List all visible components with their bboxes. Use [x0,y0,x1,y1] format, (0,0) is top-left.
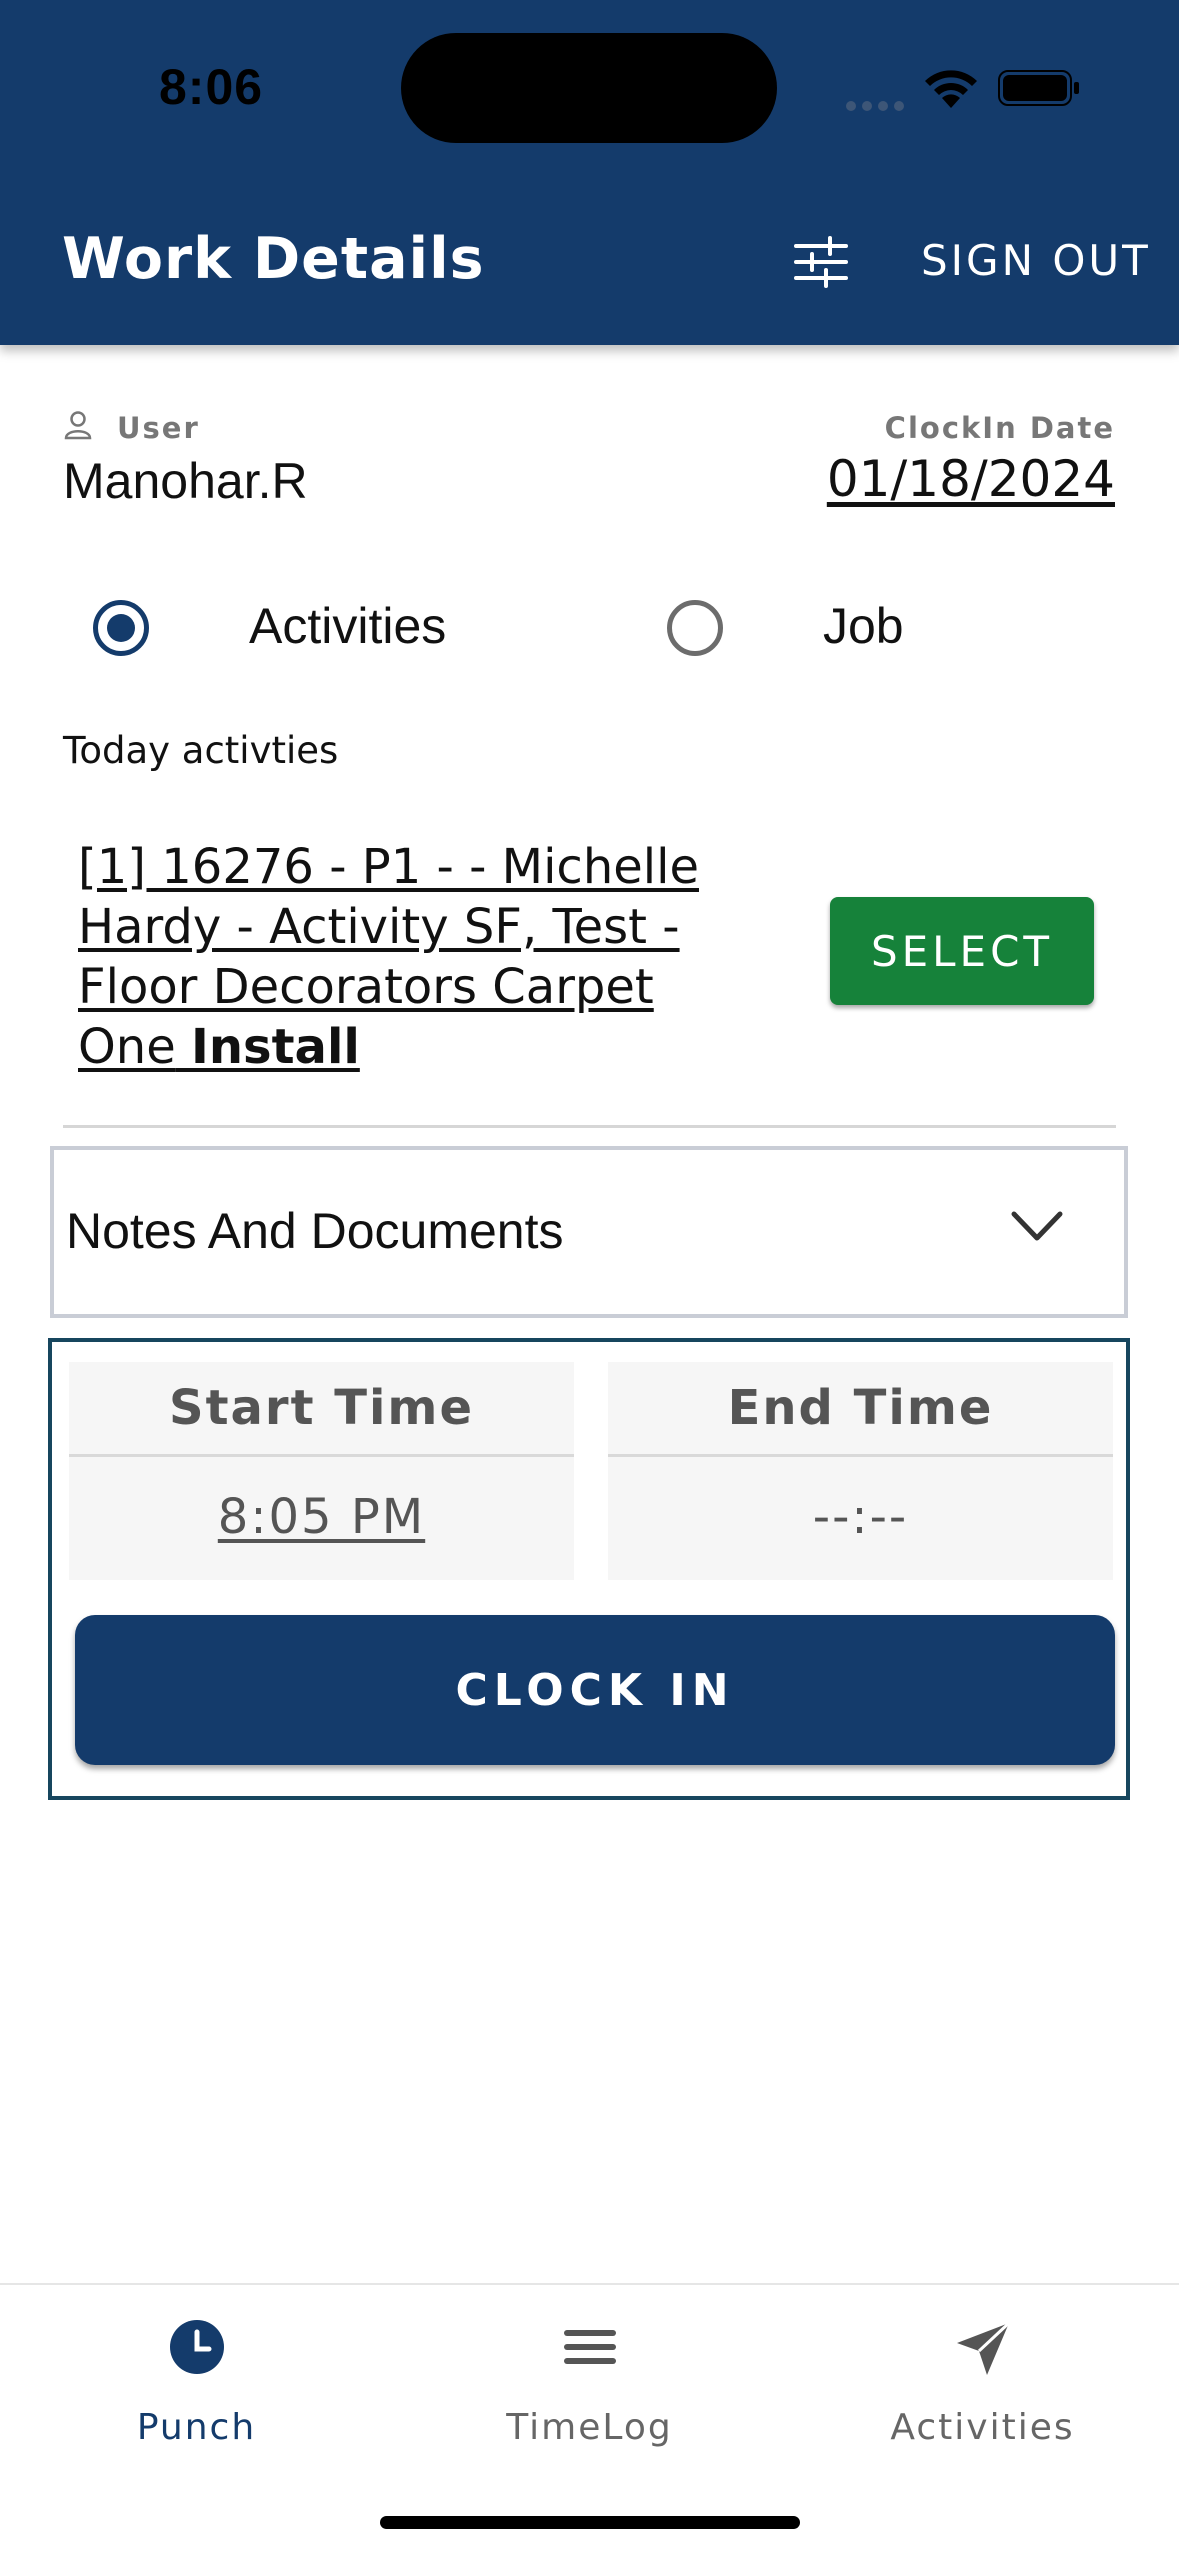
page-title: Work Details [62,226,485,292]
person-icon [64,411,92,440]
time-panel: Start Time 8:05 PM End Time --:-- CLOCK … [48,1338,1130,1800]
clockin-date-label: ClockIn Date [884,411,1115,445]
start-time-value[interactable]: 8:05 PM [69,1457,574,1577]
tab-activities-label: Activities [890,2407,1075,2448]
start-time-column: Start Time 8:05 PM [69,1362,574,1580]
activity-description: [1] 16276 - P1 - - Michelle Hardy - Acti… [78,839,699,1075]
cellular-signal-icon [846,96,910,115]
radio-activities[interactable] [93,600,149,656]
clock-icon [169,2320,224,2374]
tab-activities[interactable]: Activities [786,2285,1179,2465]
radio-job[interactable] [667,600,723,656]
clock-in-button[interactable]: CLOCK IN [75,1615,1115,1765]
home-indicator [380,2516,800,2529]
tab-timelog[interactable]: TimeLog [393,2285,786,2465]
user-label: User [117,411,200,445]
tab-timelog-label: TimeLog [506,2407,673,2448]
notes-accordion[interactable]: Notes And Documents [50,1146,1128,1318]
end-time-label: End Time [608,1362,1113,1457]
send-icon [956,2321,1010,2375]
activity-type: Install [191,1019,360,1075]
end-time-value: --:-- [812,1489,909,1545]
select-button[interactable]: SELECT [830,897,1094,1005]
filter-button[interactable] [790,232,852,292]
activity-link[interactable]: [1] 16276 - P1 - - Michelle Hardy - Acti… [78,837,758,1077]
dynamic-island [401,33,777,143]
wifi-icon [925,70,977,108]
chevron-down-icon [1011,1211,1063,1241]
today-activities-label: Today activties [63,729,339,772]
notes-label: Notes And Documents [66,1203,564,1259]
menu-icon [563,2330,616,2364]
app-header: 8:06 Work Details SIGN OUT [0,0,1179,345]
sign-out-button[interactable]: SIGN OUT [921,236,1151,285]
divider [63,1125,1116,1128]
start-time-label: Start Time [69,1362,574,1457]
radio-activities-label[interactable]: Activities [249,597,446,655]
sliders-icon [794,236,848,288]
tab-punch-label: Punch [136,2407,257,2448]
end-time-column: End Time --:-- [608,1362,1113,1580]
user-name: Manohar.R [63,453,308,509]
radio-job-label[interactable]: Job [823,597,904,655]
clockin-date-picker[interactable]: 01/18/2024 [827,450,1115,508]
status-bar-time: 8:06 [159,59,264,115]
battery-icon [998,70,1079,106]
tab-punch[interactable]: Punch [0,2285,393,2465]
